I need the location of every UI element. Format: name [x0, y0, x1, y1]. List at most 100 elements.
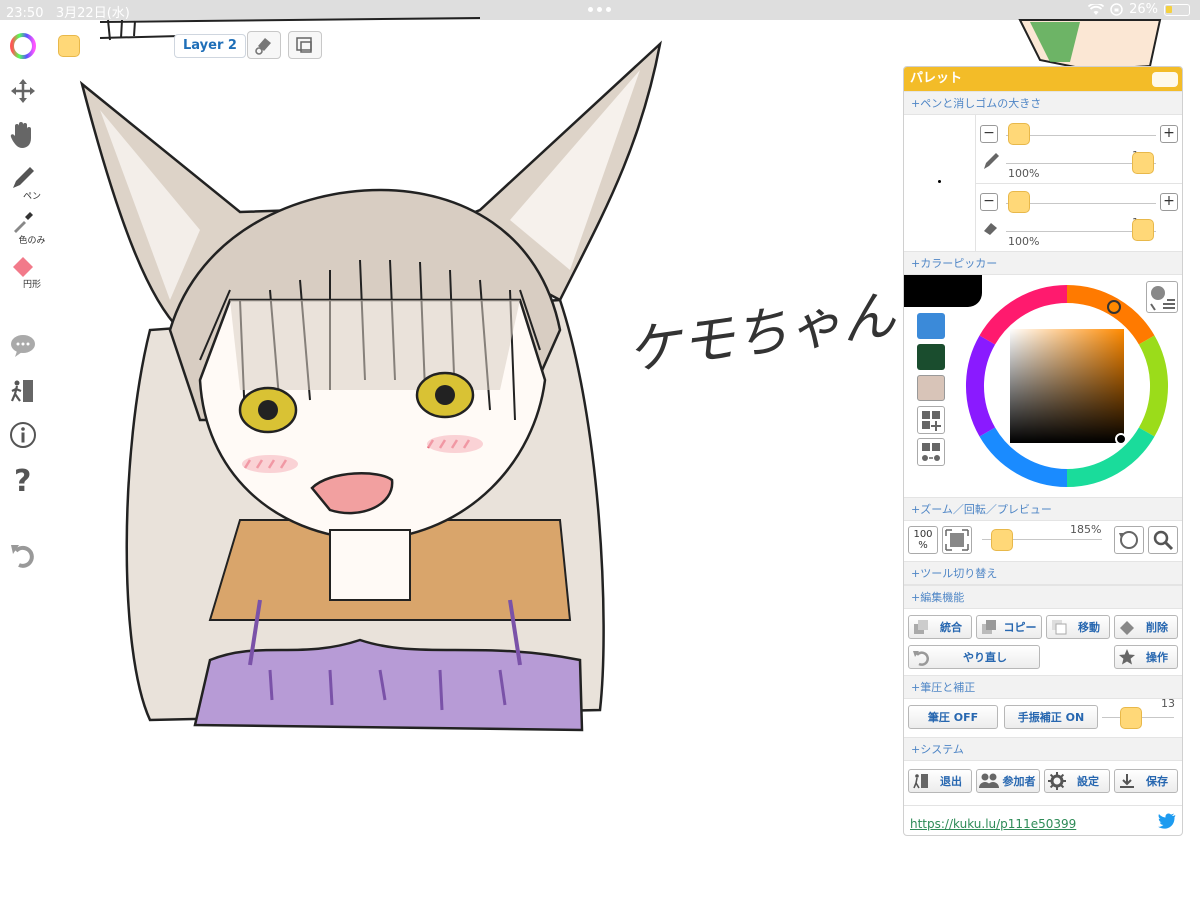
add-swatch-button[interactable] — [917, 406, 945, 434]
pen-size-area: − + 1px 100% − + 1px 100% — [904, 115, 1182, 251]
zoom-value: 185% — [1070, 523, 1102, 536]
palette-panel: パレット +ペンと消しゴムの大きさ − + 1px 100% − + 1p — [903, 66, 1183, 836]
dropper-tool-button[interactable]: 色のみ — [0, 209, 46, 246]
rotate-button[interactable] — [1114, 526, 1144, 554]
move-arrows-icon — [11, 79, 35, 103]
operate-label: 操作 — [1146, 651, 1168, 664]
preview-button[interactable] — [1148, 526, 1178, 554]
section-pen-size[interactable]: +ペンと消しゴムの大きさ — [904, 91, 1182, 115]
undo-button[interactable] — [0, 541, 46, 569]
section-tool-switch[interactable]: +ツール切り替え — [904, 561, 1182, 585]
transform-button[interactable] — [288, 31, 322, 59]
redo-button[interactable]: やり直し — [908, 645, 1040, 669]
pen-size-plus[interactable]: + — [1160, 125, 1178, 143]
delete-button[interactable]: 削除 — [1114, 615, 1178, 639]
swap-swatch-button[interactable] — [917, 438, 945, 466]
delete-eraser-icon — [1117, 617, 1137, 637]
info-icon — [10, 422, 36, 448]
fit-screen-icon — [945, 529, 969, 551]
eraser-opacity-value: 100% — [1008, 235, 1040, 248]
move-label: 移動 — [1078, 621, 1100, 634]
current-color-swatch[interactable] — [58, 35, 80, 57]
brush-preview-dot — [938, 180, 941, 183]
chat-button[interactable] — [0, 333, 46, 359]
color-swatch-3[interactable] — [917, 375, 945, 401]
dropper-tool-label: 色のみ — [18, 236, 46, 246]
move-button[interactable]: 移動 — [1046, 615, 1110, 639]
pen-opacity-value: 100% — [1008, 167, 1040, 180]
swap-swatch-icon — [922, 443, 940, 461]
fit-screen-button[interactable] — [942, 526, 972, 554]
color-swatch-1[interactable] — [917, 313, 945, 339]
pressure-toggle-button[interactable]: 筆圧 OFF — [908, 705, 998, 729]
section-pressure[interactable]: +筆圧と補正 — [904, 675, 1182, 699]
exit-room-button[interactable]: 退出 — [908, 769, 972, 793]
eraser-opacity-slider[interactable] — [1132, 219, 1154, 241]
section-color-picker[interactable]: +カラーピッカー — [904, 251, 1182, 275]
save-button[interactable]: 保存 — [1114, 769, 1178, 793]
info-button[interactable] — [0, 421, 46, 449]
zoom-100-percent-sign: % — [918, 540, 928, 551]
layer-select-button[interactable]: Layer 2 — [174, 34, 246, 58]
copy-button[interactable]: コピー — [976, 615, 1042, 639]
color-wheel-button[interactable] — [0, 33, 46, 59]
settings-button[interactable]: 設定 — [1044, 769, 1110, 793]
layer-settings-button[interactable] — [247, 31, 281, 59]
color-wheel[interactable] — [960, 279, 1174, 493]
exit-button[interactable] — [0, 377, 46, 405]
pen-opacity-slider[interactable] — [1132, 152, 1154, 174]
picker-mode-button[interactable] — [1146, 281, 1178, 313]
eraser-size-plus[interactable]: + — [1160, 193, 1178, 211]
sv-handle[interactable] — [1115, 433, 1127, 445]
palette-header[interactable]: パレット — [904, 67, 1182, 91]
download-icon — [1117, 771, 1137, 791]
help-button[interactable]: ? — [0, 463, 46, 497]
color-swatch-2[interactable] — [917, 344, 945, 370]
merge-button[interactable]: 統合 — [908, 615, 972, 639]
color-wheel-icon — [10, 33, 36, 59]
zoom-area: 100 % 185% — [904, 521, 1182, 561]
add-swatch-icon — [922, 411, 941, 431]
eraser-size-slider[interactable] — [1008, 191, 1030, 213]
section-zoom[interactable]: +ズーム／回転／プレビュー — [904, 497, 1182, 521]
hand-icon — [10, 122, 31, 148]
pen-size-slider[interactable] — [1008, 123, 1030, 145]
stabilizer-slider[interactable] — [1120, 707, 1142, 729]
palette-minimize-button[interactable] — [1152, 72, 1178, 87]
participants-label: 参加者 — [1002, 775, 1036, 788]
brush-preview — [904, 115, 976, 251]
zoom-slider[interactable] — [991, 529, 1013, 551]
copy-label: コピー — [1003, 621, 1037, 634]
section-system[interactable]: +システム — [904, 737, 1182, 761]
star-icon — [1117, 647, 1137, 667]
hue-handle[interactable] — [1107, 300, 1121, 314]
chat-bubble-icon — [11, 335, 35, 357]
exit-room-label: 退出 — [940, 775, 962, 788]
settings-label: 設定 — [1077, 775, 1099, 788]
zoom-100-button[interactable]: 100 % — [908, 526, 938, 554]
participants-icon — [979, 771, 999, 791]
eraser-size-minus[interactable]: − — [980, 193, 998, 211]
svg-text:?: ? — [14, 464, 31, 497]
stabilizer-toggle-button[interactable]: 手振補正 ON — [1004, 705, 1098, 729]
room-url-link[interactable]: https://kuku.lu/p111e50399 — [910, 817, 1076, 831]
eraser-gear-icon — [255, 38, 271, 55]
participants-button[interactable]: 参加者 — [976, 769, 1040, 793]
merge-label: 統合 — [940, 621, 962, 634]
color-picker-area — [904, 275, 1182, 497]
twitter-bird-icon[interactable] — [1158, 813, 1176, 829]
shape-tool-button[interactable]: 円形 — [0, 253, 46, 290]
section-edit[interactable]: +編集機能 — [904, 585, 1182, 609]
magnifier-icon — [1153, 530, 1174, 551]
pen-size-minus[interactable]: − — [980, 125, 998, 143]
move-tool-button[interactable] — [0, 77, 46, 105]
handwritten-title: ケモちゃん — [623, 283, 900, 383]
undo-icon — [11, 545, 34, 568]
system-area: 退出 参加者 設定 保存 — [904, 761, 1182, 801]
eyedropper-icon — [14, 212, 33, 233]
operate-button[interactable]: 操作 — [1114, 645, 1178, 669]
hand-tool-button[interactable] — [0, 120, 46, 150]
pen-small-icon — [984, 153, 999, 169]
pen-tool-button[interactable]: ペン — [0, 165, 46, 202]
zoom-100-label: 100 — [913, 529, 933, 540]
